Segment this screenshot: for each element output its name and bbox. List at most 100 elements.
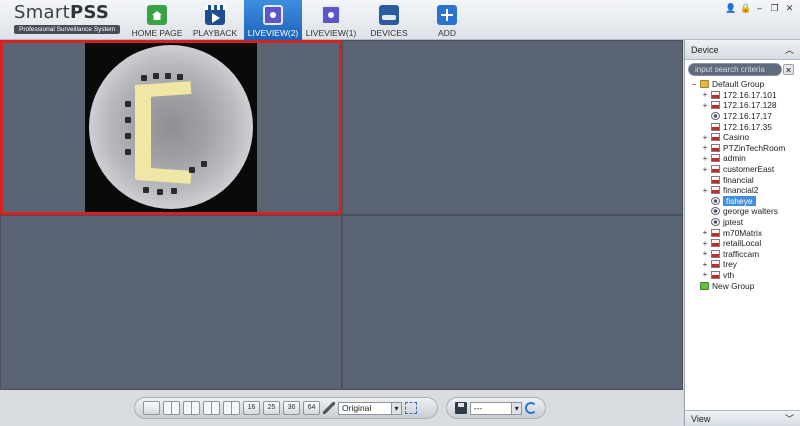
expand-icon[interactable]: +	[701, 270, 709, 279]
camera-icon	[711, 196, 720, 205]
restore-icon[interactable]: ❐	[770, 4, 779, 13]
expand-icon[interactable]: +	[701, 249, 709, 258]
device-tree-label: customerEast	[723, 164, 775, 175]
layout-4-button[interactable]	[183, 401, 200, 415]
expand-icon[interactable]: +	[701, 143, 709, 152]
tab-label: LIVEVIEW(2)	[247, 28, 299, 38]
device-tree-label: m70Matrix	[723, 227, 763, 238]
dvr-device-icon	[711, 90, 720, 99]
device-tree-label: jptest	[723, 217, 744, 228]
fullscreen-icon[interactable]	[405, 402, 417, 414]
chevron-up-icon: ︿	[784, 45, 794, 55]
device-tree-item[interactable]: + trafficcam	[687, 249, 800, 260]
layout-6-button[interactable]	[203, 401, 220, 415]
clear-search-icon[interactable]: ✕	[783, 64, 794, 75]
device-tree-label: george walters	[723, 206, 778, 217]
layout-16-button[interactable]: 16	[243, 401, 260, 415]
device-tree-item[interactable]: + vth	[687, 270, 800, 281]
device-tree-item[interactable]: + m70Matrix	[687, 227, 800, 238]
save-view-icon[interactable]	[455, 402, 467, 414]
device-tree-item[interactable]: − Default Group	[687, 79, 800, 90]
device-tree-item[interactable]: + financial2	[687, 185, 800, 196]
expand-icon[interactable]: +	[701, 154, 709, 163]
add-icon	[437, 5, 457, 25]
device-tree-item[interactable]: +172.16.17.128	[687, 100, 800, 111]
dvr-device-icon	[711, 175, 720, 184]
view-panel-header[interactable]: View ﹀	[685, 410, 800, 426]
device-tree-item[interactable]: financial	[687, 174, 800, 185]
device-tree-label: 172.16.17.128	[723, 100, 777, 111]
device-tree: − Default Group +172.16.17.101 +172.16.17.1…	[685, 79, 800, 291]
tab-add[interactable]: ADD	[418, 0, 476, 40]
expand-icon[interactable]: +	[701, 239, 709, 248]
home-icon	[147, 5, 167, 25]
layout-9-button[interactable]	[223, 401, 240, 415]
dvr-device-icon	[711, 239, 720, 248]
tab-label: PLAYBACK	[192, 28, 238, 38]
device-tree-label: 172.16.17.17	[723, 111, 772, 122]
refresh-icon[interactable]	[525, 402, 537, 414]
device-tree-item[interactable]: +172.16.17.101	[687, 90, 800, 101]
device-tree-item[interactable]: New Group	[687, 280, 800, 291]
tab-devices[interactable]: DEVICES	[360, 0, 418, 40]
dvr-device-icon	[711, 165, 720, 174]
aspect-ratio-select[interactable]: Original	[338, 401, 402, 415]
device-tree-item[interactable]: + retailLocal	[687, 238, 800, 249]
device-panel-header[interactable]: Device ︿	[685, 40, 800, 60]
layout-64-button[interactable]: 64	[303, 401, 320, 415]
device-tree-item[interactable]: + Casino	[687, 132, 800, 143]
expand-icon[interactable]: +	[701, 101, 709, 110]
expand-icon[interactable]: +	[701, 260, 709, 269]
video-pane-3[interactable]	[0, 215, 342, 390]
tab-playback[interactable]: PLAYBACK	[186, 0, 244, 40]
expand-icon[interactable]: +	[701, 228, 709, 237]
device-tree-item[interactable]: + admin	[687, 153, 800, 164]
app-name: SmartPSS	[14, 2, 110, 23]
custom-layout-icon[interactable]	[323, 402, 335, 414]
device-tree-item[interactable]: + trey	[687, 259, 800, 270]
conference-table	[134, 81, 192, 184]
device-tree-label: admin	[723, 153, 746, 164]
view-preset-select[interactable]: ---	[469, 401, 523, 415]
device-tree-item[interactable]: george walters	[687, 206, 800, 217]
chevron-down-icon: ﹀	[784, 414, 794, 424]
device-tree-item[interactable]: fisheye	[687, 195, 800, 207]
device-search-input[interactable]	[688, 63, 782, 76]
expand-icon[interactable]: +	[701, 186, 709, 195]
lock-icon[interactable]: 🔒	[740, 4, 751, 13]
device-tree-item[interactable]: + PTZinTechRoom	[687, 143, 800, 154]
app-subtitle: Professional Surveillance System	[14, 25, 121, 34]
tab-liveview-2[interactable]: LIVEVIEW(2)	[244, 0, 302, 40]
device-tree-item[interactable]: 172.16.17.17	[687, 111, 800, 122]
user-icon[interactable]: 👤	[725, 4, 736, 13]
dvr-device-icon	[711, 143, 720, 152]
layout-36-button[interactable]: 36	[283, 401, 300, 415]
tab-liveview-1[interactable]: LIVEVIEW(1)	[302, 0, 360, 40]
fisheye-image	[89, 45, 253, 209]
device-tree-item[interactable]: 172.16.17.35	[687, 121, 800, 132]
device-tree-label: PTZinTechRoom	[723, 142, 786, 153]
expand-icon[interactable]: +	[701, 165, 709, 174]
device-tree-label: trey	[723, 259, 737, 270]
minimize-icon[interactable]: –	[755, 4, 764, 13]
layout-1-button[interactable]	[143, 401, 160, 415]
layout-25-button[interactable]: 25	[263, 401, 280, 415]
device-tree-item[interactable]: jptest	[687, 217, 800, 228]
video-pane-4[interactable]	[342, 215, 683, 390]
video-pane-2[interactable]	[342, 40, 683, 215]
expand-icon[interactable]: +	[701, 133, 709, 142]
dvr-device-icon	[711, 270, 720, 279]
close-icon[interactable]: ✕	[785, 4, 794, 13]
tab-home-page[interactable]: HOME PAGE	[128, 0, 186, 40]
collapse-icon[interactable]: −	[690, 80, 698, 89]
device-tree-label: Default Group	[712, 79, 765, 90]
device-tree-label: retailLocal	[723, 238, 762, 249]
layout-2-button[interactable]	[163, 401, 180, 415]
app-logo: SmartPSS Professional Surveillance Syste…	[14, 4, 124, 34]
expand-icon[interactable]: +	[701, 90, 709, 99]
device-tree-item[interactable]: + customerEast	[687, 164, 800, 175]
playback-icon	[205, 5, 225, 25]
device-tree-label: 172.16.17.101	[723, 89, 777, 100]
bottom-toolbar: 16 25 36 64 Original ---	[0, 390, 683, 426]
video-pane-1-selected[interactable]	[0, 40, 342, 215]
